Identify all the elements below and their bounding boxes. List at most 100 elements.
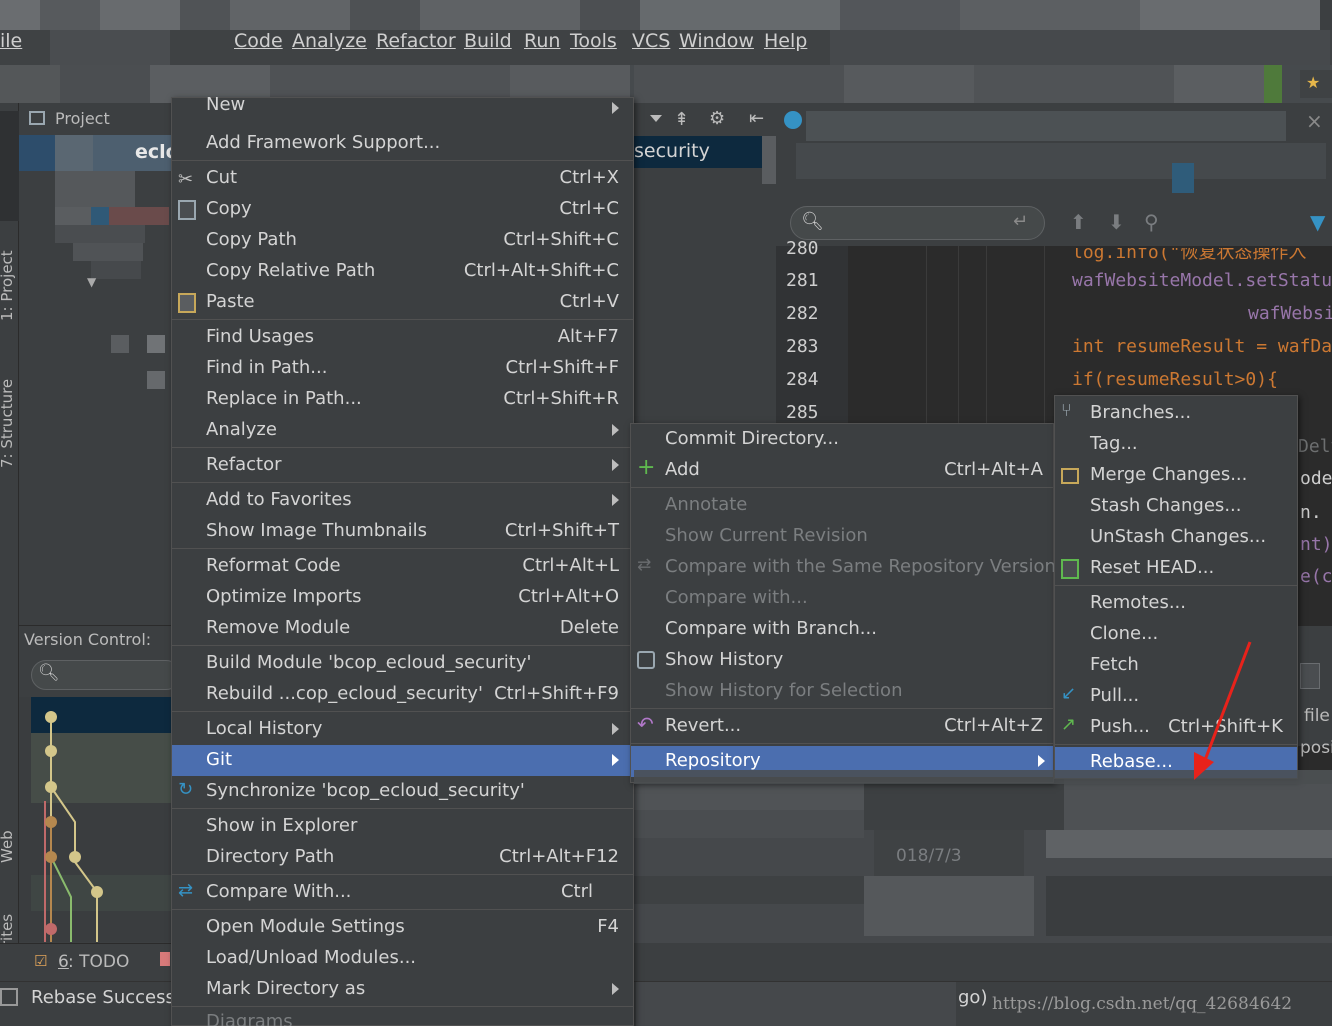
- menu-item-copy-relative-path[interactable]: Copy Relative Path Ctrl+Alt+Shift+C: [172, 256, 633, 287]
- commit-node[interactable]: [91, 886, 103, 898]
- menu-item-revert[interactable]: ↶ Revert... Ctrl+Alt+Z: [631, 711, 1053, 742]
- menu-analyze[interactable]: Analyze: [292, 30, 367, 52]
- menu-item-synchronize[interactable]: ↻ Synchronize 'bcop_ecloud_security': [172, 776, 633, 807]
- menu-item-copy-path[interactable]: Copy Path Ctrl+Shift+C: [172, 225, 633, 256]
- commit-node[interactable]: [45, 745, 57, 757]
- menu-code[interactable]: Code: [234, 30, 283, 52]
- menu-item-annotate[interactable]: Annotate: [631, 490, 1053, 521]
- menu-item-refactor[interactable]: Refactor: [172, 450, 633, 481]
- menu-item-optimize-imports[interactable]: Optimize Imports Ctrl+Alt+O: [172, 582, 633, 613]
- lightbulb-icon[interactable]: ★: [1306, 73, 1320, 92]
- menu-item-remotes[interactable]: Remotes...: [1055, 588, 1297, 619]
- menu-item-show-history-selection[interactable]: Show History for Selection: [631, 676, 1053, 707]
- menu-item-local-history[interactable]: Local History: [172, 714, 633, 745]
- menu-item-unstash-changes[interactable]: UnStash Changes...: [1055, 522, 1297, 553]
- menu-item-paste[interactable]: Paste Ctrl+V: [172, 287, 633, 318]
- menu-item-commit-directory[interactable]: Commit Directory...: [631, 424, 1053, 455]
- menu-item-diagrams[interactable]: Diagrams: [172, 1009, 633, 1026]
- menu-item-copy[interactable]: Copy Ctrl+C: [172, 194, 633, 225]
- menu-refactor[interactable]: Refactor: [376, 30, 456, 52]
- gear-icon[interactable]: ⚙: [709, 108, 725, 129]
- project-tree[interactable]: eclo ▼: [19, 135, 179, 625]
- menu-item-show-history[interactable]: Show History: [631, 645, 1053, 676]
- terminal-icon[interactable]: [160, 952, 170, 966]
- menu-item-git[interactable]: Git: [172, 745, 633, 776]
- menu-item-show-current-revision[interactable]: Show Current Revision: [631, 521, 1053, 552]
- menu-item-find-usages[interactable]: Find Usages Alt+F7: [172, 322, 633, 353]
- menu-item-remove-module[interactable]: Remove Module Delete: [172, 613, 633, 644]
- submenu-arrow-icon: [612, 723, 619, 735]
- menu-help[interactable]: Help: [764, 30, 807, 52]
- menu-item-open-module-settings[interactable]: Open Module Settings F4: [172, 912, 633, 943]
- commit-node[interactable]: [45, 781, 57, 793]
- tab-project[interactable]: 1: Project: [0, 250, 16, 321]
- menu-item-compare-with-branch[interactable]: Compare with Branch...: [631, 614, 1053, 645]
- menu-item-reset-head[interactable]: Reset HEAD...: [1055, 553, 1297, 584]
- commit-node[interactable]: [45, 711, 57, 723]
- menu-item-label: Revert...: [665, 715, 742, 736]
- menu-item-shortcut: F4: [597, 916, 619, 937]
- menu-item-label: Repository: [665, 750, 761, 771]
- close-icon[interactable]: ×: [1306, 109, 1323, 133]
- tree-expand-arrow[interactable]: ▼: [87, 275, 96, 289]
- filter-icon[interactable]: ▼: [1310, 210, 1325, 234]
- menu-item-rebuild-module[interactable]: Rebuild ...cop_ecloud_security' Ctrl+Shi…: [172, 679, 633, 710]
- menu-item-analyze[interactable]: Analyze: [172, 415, 633, 446]
- menu-item-label: Compare With...: [206, 881, 352, 902]
- menu-item-compare-same-repo-version[interactable]: ⇄ Compare with the Same Repository Versi…: [631, 552, 1056, 583]
- editor-search-input[interactable]: 🔍︎ ↵: [790, 206, 1045, 240]
- status-toggle-icon[interactable]: [0, 988, 18, 1006]
- code-line: int resumeResult = wafDa: [1072, 336, 1332, 357]
- menu-item-compare-with[interactable]: Compare with...: [631, 583, 1053, 614]
- arrow-up-icon[interactable]: ⬆: [1070, 210, 1087, 234]
- menu-item-directory-path[interactable]: Directory Path Ctrl+Alt+F12: [172, 842, 633, 873]
- commit-node[interactable]: [45, 851, 57, 863]
- menu-item-new[interactable]: New: [172, 94, 633, 129]
- commit-node[interactable]: [45, 816, 57, 828]
- menu-item-add-to-favorites[interactable]: Add to Favorites: [172, 485, 633, 516]
- menu-item-shortcut: Ctrl+Alt+Z: [944, 715, 1043, 736]
- panel-button[interactable]: [1300, 663, 1320, 689]
- menu-separator: [172, 1006, 633, 1007]
- menu-item-label: Add Framework Support...: [206, 132, 441, 153]
- menu-separator: [172, 447, 633, 448]
- hide-icon[interactable]: ⇤: [749, 108, 764, 129]
- tab-web[interactable]: Web: [0, 830, 16, 863]
- menu-file[interactable]: ile: [0, 30, 22, 52]
- dropdown-icon[interactable]: [650, 115, 662, 122]
- menu-item-add[interactable]: + Add Ctrl+Alt+A: [631, 455, 1053, 486]
- menu-run[interactable]: Run: [524, 30, 560, 52]
- scrollbar[interactable]: [762, 136, 776, 184]
- menu-item-merge-changes[interactable]: Merge Changes...: [1055, 460, 1297, 491]
- commit-node[interactable]: [69, 851, 81, 863]
- find-icon[interactable]: ⚲: [1144, 210, 1159, 234]
- tab-todo-label[interactable]: : TODO: [68, 952, 129, 972]
- menu-item-tag[interactable]: Tag...: [1055, 429, 1297, 460]
- vc-log-graph[interactable]: [19, 697, 174, 942]
- menu-item-cut[interactable]: ✂ Cut Ctrl+X: [172, 163, 633, 194]
- status-fragment: go): [958, 987, 988, 1008]
- menu-item-add-framework[interactable]: Add Framework Support...: [172, 128, 633, 159]
- menu-item-replace-in-path[interactable]: Replace in Path... Ctrl+Shift+R: [172, 384, 633, 415]
- menu-tools[interactable]: Tools: [570, 30, 617, 52]
- menu-item-show-in-explorer[interactable]: Show in Explorer: [172, 811, 633, 842]
- commit-node[interactable]: [45, 923, 57, 935]
- menu-item-reformat-code[interactable]: Reformat Code Ctrl+Alt+L: [172, 551, 633, 582]
- tab-structure[interactable]: 7: Structure: [0, 379, 16, 468]
- menu-vcs[interactable]: VCS: [632, 30, 670, 52]
- arrow-down-icon[interactable]: ⬇: [1108, 210, 1125, 234]
- vc-search-input[interactable]: 🔍︎: [31, 660, 181, 690]
- menu-item-build-module[interactable]: Build Module 'bcop_ecloud_security': [172, 648, 633, 679]
- menu-item-mark-directory-as[interactable]: Mark Directory as: [172, 974, 633, 1005]
- menu-item-label: Copy: [206, 198, 252, 219]
- menu-build[interactable]: Build: [464, 30, 512, 52]
- collapse-icon[interactable]: ⇞: [674, 109, 689, 130]
- menu-item-show-image-thumbnails[interactable]: Show Image Thumbnails Ctrl+Shift+T: [172, 516, 633, 547]
- menu-item-stash-changes[interactable]: Stash Changes...: [1055, 491, 1297, 522]
- menu-item-find-in-path[interactable]: Find in Path... Ctrl+Shift+F: [172, 353, 633, 384]
- menu-item-load-unload-modules[interactable]: Load/Unload Modules...: [172, 943, 633, 974]
- selected-node-row[interactable]: security: [634, 136, 776, 168]
- menu-item-compare-with[interactable]: ⇄ Compare With... Ctrl: [172, 877, 633, 908]
- menu-item-branches[interactable]: ⑂ Branches...: [1055, 398, 1297, 429]
- menu-window[interactable]: Window: [679, 30, 754, 52]
